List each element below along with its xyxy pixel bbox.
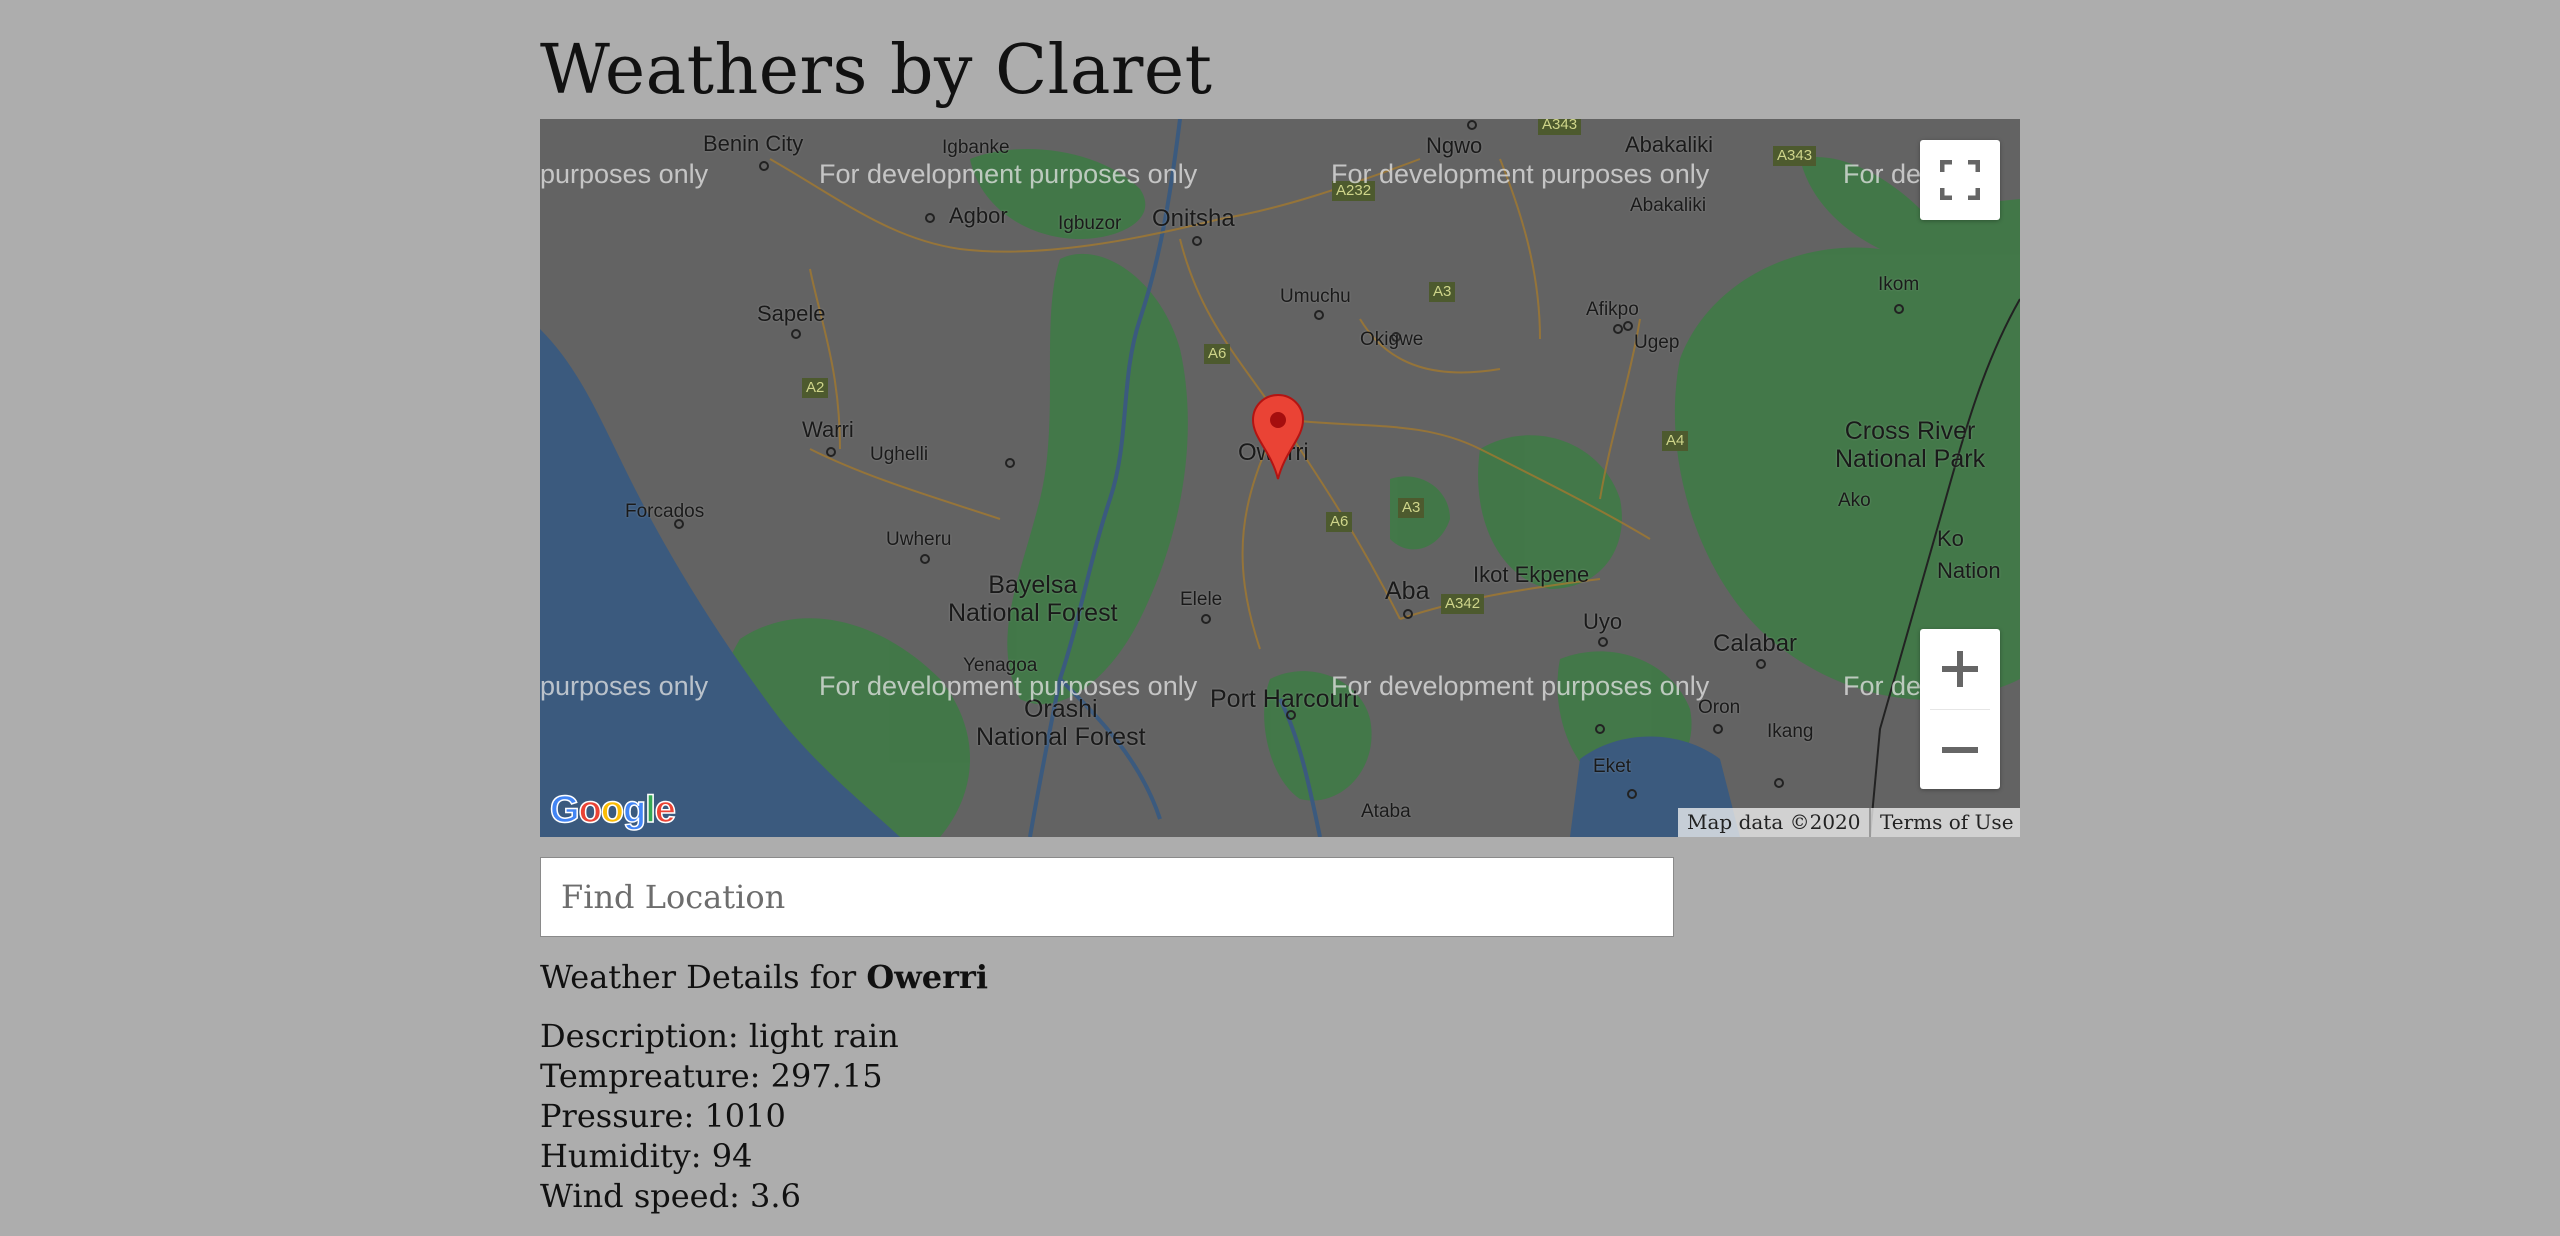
fullscreen-button[interactable] bbox=[1920, 140, 2000, 220]
weather-details-list: Description: light rain Tempreature: 297… bbox=[540, 1016, 899, 1216]
map-label-ako: Ako bbox=[1838, 490, 1871, 511]
google-logo[interactable]: Google bbox=[549, 788, 676, 832]
map-label-ikang: Ikang bbox=[1767, 721, 1814, 742]
map-label-ko-nation: Ko Nation bbox=[1937, 526, 2001, 583]
map-watermark: purposes only bbox=[540, 671, 709, 701]
location-marker-icon[interactable] bbox=[1251, 393, 1305, 481]
map-label-aba: Aba bbox=[1385, 577, 1430, 605]
map-label-okigwe: Okigwe bbox=[1360, 329, 1424, 350]
road-shield-a4: A4 bbox=[1662, 431, 1689, 451]
map-label-ngwo: Ngwo bbox=[1426, 133, 1483, 158]
page-title: Weathers by Claret bbox=[540, 31, 1213, 110]
road-shield-a2: A2 bbox=[802, 378, 829, 398]
map-label-bayelsa: Bayelsa National Forest bbox=[948, 571, 1118, 627]
map-label-ataba: Ataba bbox=[1361, 801, 1411, 822]
map-label-benin-city: Benin City bbox=[703, 131, 804, 156]
map-watermark: For development purposes only bbox=[1331, 671, 1710, 701]
road-shield-a342: A342 bbox=[1441, 594, 1485, 614]
map-label-igbanke: Igbanke bbox=[942, 137, 1010, 158]
weather-pressure: Pressure: 1010 bbox=[540, 1097, 786, 1135]
map-watermark: For development purposes only bbox=[819, 671, 1198, 701]
map-label-ughelli: Ughelli bbox=[870, 444, 929, 465]
weather-wind-speed: Wind speed: 3.6 bbox=[540, 1177, 801, 1215]
map-label-warri: Warri bbox=[802, 417, 854, 442]
map-watermark: For development purposes only bbox=[1331, 159, 1710, 189]
map-label-igbuzor: Igbuzor bbox=[1058, 213, 1122, 234]
map-label-elele: Elele bbox=[1180, 589, 1223, 610]
fullscreen-icon bbox=[1940, 160, 1980, 200]
plus-icon bbox=[1942, 651, 1978, 687]
road-shield-a3b: A3 bbox=[1398, 498, 1425, 518]
zoom-out-button[interactable] bbox=[1920, 710, 2000, 790]
zoom-in-button[interactable] bbox=[1920, 629, 2000, 709]
map-label-orashi: Orashi National Forest bbox=[976, 695, 1146, 751]
weather-location-name: Owerri bbox=[866, 958, 988, 996]
map-label-afikpo: Afikpo bbox=[1586, 299, 1639, 320]
map-label-umuchu: Umuchu bbox=[1280, 286, 1351, 307]
weather-description: Description: light rain bbox=[540, 1017, 899, 1055]
weather-heading-prefix: Weather Details for bbox=[540, 958, 867, 996]
road-shield-a6b: A6 bbox=[1326, 512, 1353, 532]
weather-humidity: Humidity: 94 bbox=[540, 1137, 753, 1175]
weather-details-heading: Weather Details for Owerri bbox=[540, 955, 988, 999]
map-label-ugep: Ugep bbox=[1634, 332, 1680, 353]
weather-temperature: Tempreature: 297.15 bbox=[540, 1057, 883, 1095]
map-watermark: purposes only bbox=[540, 159, 709, 189]
road-shield-a6: A6 bbox=[1204, 344, 1231, 364]
map-label-agbor: Agbor bbox=[949, 203, 1008, 228]
minus-icon bbox=[1942, 747, 1978, 753]
map-watermark: For development purposes only bbox=[819, 159, 1198, 189]
map-label-uyo: Uyo bbox=[1583, 609, 1623, 634]
map[interactable]: Benin City Igbanke Agbor Igbuzor Onitsha… bbox=[540, 119, 2020, 837]
map-label-ikom: Ikom bbox=[1878, 274, 1920, 295]
map-label-cross-river: Cross River National Park bbox=[1835, 417, 1986, 473]
map-label-sapele: Sapele bbox=[757, 301, 826, 326]
road-shield-a3: A3 bbox=[1429, 282, 1456, 302]
map-label-uwheru: Uwheru bbox=[886, 529, 952, 550]
map-label-eket: Eket bbox=[1593, 756, 1632, 777]
map-label-onitsha: Onitsha bbox=[1152, 205, 1235, 232]
road-shield-a343b: A343 bbox=[1773, 146, 1817, 166]
map-label-abakaliki-2: Abakaliki bbox=[1630, 195, 1707, 216]
map-label-abakaliki: Abakaliki bbox=[1625, 132, 1714, 157]
map-label-forcados: Forcados bbox=[625, 501, 705, 522]
road-shield-a343: A343 bbox=[1538, 119, 1582, 135]
map-data-attribution: Map data ©2020 bbox=[1678, 808, 1870, 837]
zoom-controls bbox=[1920, 629, 2000, 789]
terms-of-use-link[interactable]: Terms of Use bbox=[1869, 808, 2020, 837]
map-label-ikot-ekpene: Ikot Ekpene bbox=[1473, 562, 1590, 587]
map-label-calabar: Calabar bbox=[1713, 630, 1798, 657]
find-location-input[interactable] bbox=[540, 857, 1674, 937]
